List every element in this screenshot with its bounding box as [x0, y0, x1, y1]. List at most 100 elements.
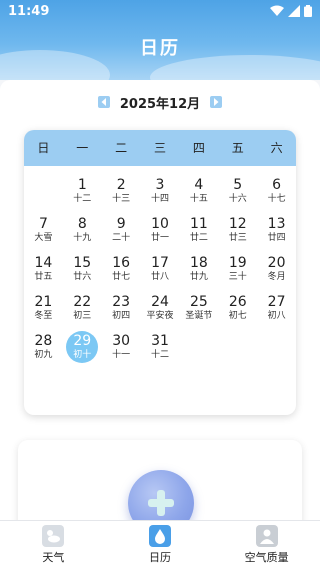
day-number: 22 [73, 294, 92, 310]
day-cell[interactable]: 13 廿四 [257, 213, 296, 252]
lunar-label: 平安夜 [146, 311, 174, 321]
day-cell[interactable]: 8 十九 [63, 213, 102, 252]
day-number: 23 [112, 294, 131, 310]
day-cell[interactable]: 1 十二 [63, 174, 102, 213]
day-cell[interactable]: 31 十二 [141, 330, 180, 369]
day-number: 6 [272, 177, 282, 193]
tab-weather[interactable]: 天气 [0, 521, 107, 568]
status-bar: 11:49 [0, 0, 320, 24]
lunar-label: 圣诞节 [185, 311, 213, 321]
day-cell[interactable]: 10 廿一 [141, 213, 180, 252]
tab-air-quality[interactable]: 空气质量 [213, 521, 320, 568]
day-number: 11 [189, 216, 208, 232]
days-container: 1 十二 2 十三 3 十四 4 十五 5 十六 6 十七 7 大雪 8 十九 9 二十 10 廿一 11 廿二 12 廿三 1… [24, 166, 296, 369]
day-cell[interactable]: 21 冬至 [24, 291, 63, 330]
day-cell[interactable]: 14 廿五 [24, 252, 63, 291]
lunar-label: 十七 [267, 194, 286, 204]
lunar-label: 十一 [112, 350, 131, 360]
day-cell[interactable]: 5 十六 [218, 174, 257, 213]
lunar-label: 十五 [189, 194, 208, 204]
day-cell[interactable]: 6 十七 [257, 174, 296, 213]
day-cell[interactable]: 22 初三 [63, 291, 102, 330]
signal-icon [288, 5, 300, 17]
week-row: 14 廿五 15 廿六 16 廿七 17 廿八 18 廿九 19 三十 20 冬月 [24, 252, 296, 291]
day-number: 14 [34, 255, 53, 271]
day-number: 31 [151, 333, 169, 349]
wifi-icon [270, 5, 284, 16]
day-cell[interactable]: 4 十五 [179, 174, 218, 213]
tab-label: 空气质量 [244, 551, 289, 564]
day-cell[interactable]: 11 廿二 [179, 213, 218, 252]
day-cell[interactable]: 19 三十 [218, 252, 257, 291]
week-row: 28 初九 29 初十 30 十一 31 十二 [24, 330, 296, 369]
lunar-label: 大雪 [34, 233, 53, 243]
week-row: 21 冬至 22 初三 23 初四 24 平安夜 25 圣诞节 26 初七 27 初八 [24, 291, 296, 330]
bottom-tab-bar: 天气 日历 空气质量 [0, 520, 320, 568]
header-banner: 11:49 日历 [0, 0, 320, 80]
day-number: 5 [233, 177, 243, 193]
day-number: 8 [77, 216, 87, 232]
day-cell[interactable]: 15 廿六 [63, 252, 102, 291]
main-content: 2025年12月 日 一 二 三 四 五 六 1 十二 2 十三 3 十四 4 十五 5 十六 6 十… [0, 80, 320, 540]
lunar-label: 初八 [267, 311, 286, 321]
tab-calendar[interactable]: 日历 [107, 521, 214, 568]
weekday-label: 日 [37, 141, 50, 155]
day-number: 9 [116, 216, 126, 232]
day-cell[interactable]: 7 大雪 [24, 213, 63, 252]
day-cell[interactable]: 3 十四 [141, 174, 180, 213]
day-number: 10 [151, 216, 169, 232]
lunar-label: 初九 [34, 350, 53, 360]
day-cell[interactable]: 28 初九 [24, 330, 63, 369]
day-number: 1 [77, 177, 87, 193]
day-number: 18 [189, 255, 208, 271]
week-row: 1 十二 2 十三 3 十四 4 十五 5 十六 6 十七 [24, 174, 296, 213]
day-cell[interactable]: 18 廿九 [179, 252, 218, 291]
weekday-label: 四 [192, 141, 205, 155]
day-cell[interactable]: 30 十一 [102, 330, 141, 369]
day-cell[interactable]: 25 圣诞节 [179, 291, 218, 330]
day-cell[interactable]: 24 平安夜 [141, 291, 180, 330]
lunar-label: 冬至 [34, 311, 53, 321]
status-time: 11:49 [8, 4, 50, 19]
lunar-label: 廿一 [151, 233, 170, 243]
day-cell[interactable]: 9 二十 [102, 213, 141, 252]
day-cell[interactable]: 2 十三 [102, 174, 141, 213]
weekday-header: 日 一 二 三 四 五 六 [24, 130, 296, 166]
tab-label: 天气 [42, 551, 65, 564]
selected-day-cell[interactable]: 29 初十 [63, 330, 102, 369]
lunar-label: 初十 [73, 350, 92, 360]
day-cell[interactable]: 17 廿八 [141, 252, 180, 291]
day-number: 24 [151, 294, 169, 310]
day-number: 21 [34, 294, 53, 310]
weekday-label: 二 [115, 141, 128, 155]
weekday-label: 五 [231, 141, 244, 155]
day-cell[interactable]: 16 廿七 [102, 252, 141, 291]
page-title: 日历 [140, 38, 180, 59]
day-cell[interactable]: 12 廿三 [218, 213, 257, 252]
day-number: 13 [267, 216, 286, 232]
day-number: 3 [155, 177, 165, 193]
lunar-label: 初四 [112, 311, 131, 321]
lunar-label: 三十 [228, 272, 247, 282]
prev-month-button[interactable] [97, 96, 110, 108]
week-row: 7 大雪 8 十九 9 二十 10 廿一 11 廿二 12 廿三 13 廿四 [24, 213, 296, 252]
day-cell[interactable]: 20 冬月 [257, 252, 296, 291]
tab-label: 日历 [149, 551, 171, 564]
day-cell[interactable]: 26 初七 [218, 291, 257, 330]
day-number: 15 [73, 255, 92, 271]
day-number: 27 [267, 294, 286, 310]
lunar-label: 十九 [73, 233, 92, 243]
weekday-label: 一 [76, 141, 89, 155]
next-month-button[interactable] [210, 96, 223, 108]
weekday-label: 六 [270, 141, 283, 155]
day-number: 17 [151, 255, 169, 271]
lunar-label: 十六 [228, 194, 247, 204]
day-cell[interactable]: 23 初四 [102, 291, 141, 330]
lunar-label: 十三 [112, 194, 131, 204]
day-number: 20 [267, 255, 286, 271]
month-label: 2025年12月 [119, 96, 201, 112]
day-cell[interactable]: 27 初八 [257, 291, 296, 330]
lunar-label: 廿二 [189, 233, 208, 243]
lunar-label: 廿六 [73, 272, 92, 282]
day-number: 16 [112, 255, 131, 271]
